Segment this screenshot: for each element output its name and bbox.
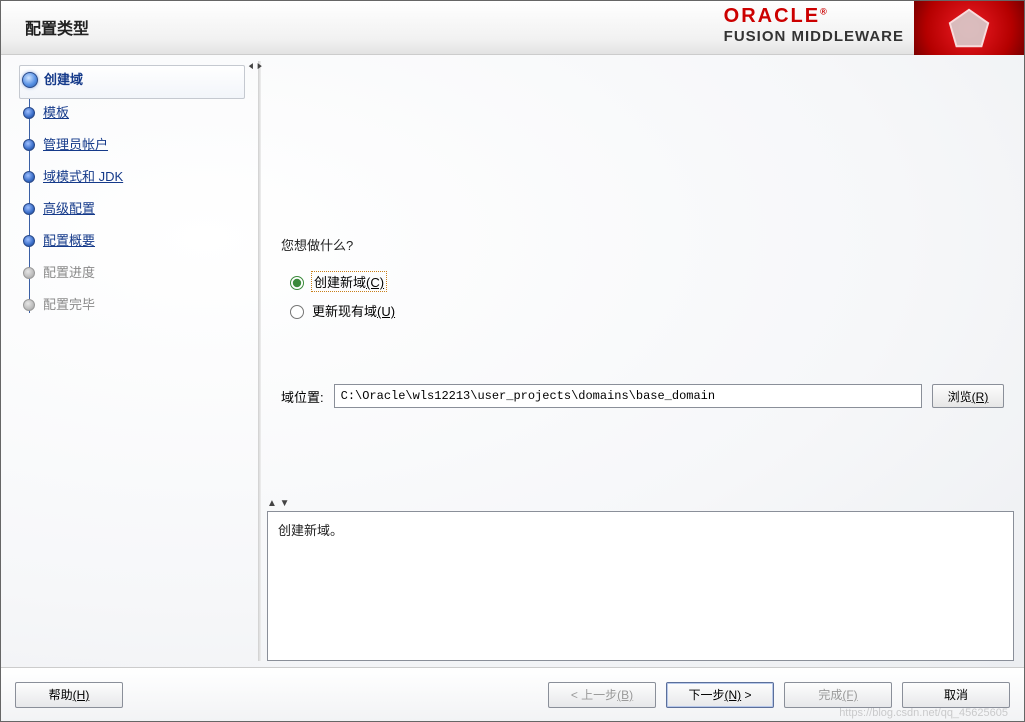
step-label[interactable]: 模板	[43, 105, 69, 120]
radio-update-existing-domain[interactable]	[290, 305, 304, 319]
step-dot-icon	[23, 139, 35, 151]
page-title: 配置类型	[25, 15, 89, 39]
step-label[interactable]: 域模式和 JDK	[43, 169, 123, 184]
oracle-logo-text: ORACLE®	[724, 5, 904, 28]
horizontal-resize-handle[interactable]: ▲ ▼	[261, 500, 1024, 506]
step-label: 创建域	[44, 72, 83, 87]
step-dot-icon	[23, 267, 35, 279]
description-text: 创建新域。	[278, 523, 343, 538]
radio-label[interactable]: 更新现有域(U)	[312, 301, 395, 320]
brand-block: ORACLE® FUSION MIDDLEWARE	[724, 5, 904, 45]
step-label[interactable]: 高级配置	[43, 201, 95, 216]
sidebar-step-config-summary[interactable]: 配置概要	[19, 227, 261, 259]
step-dot-icon	[23, 235, 35, 247]
option-update-existing-domain[interactable]: 更新现有域(U)	[285, 301, 1004, 320]
domain-location-label: 域位置:	[281, 387, 324, 406]
step-dot-icon	[23, 171, 35, 183]
step-dot-icon	[22, 72, 38, 88]
body: 创建域 模板 管理员帐户 域模式和 JDK 高级配置 配置概要	[1, 55, 1024, 667]
domain-location-input[interactable]	[334, 384, 922, 408]
step-dot-icon	[23, 107, 35, 119]
sidebar-step-config-done: 配置完毕	[19, 291, 261, 323]
step-label[interactable]: 管理员帐户	[43, 137, 108, 152]
back-button: < 上一步(B)	[548, 682, 656, 708]
finish-button: 完成(F)	[784, 682, 892, 708]
browse-button[interactable]: 浏览(R)	[932, 384, 1004, 408]
sidebar-step-create-domain[interactable]: 创建域	[19, 65, 245, 99]
sidebar: 创建域 模板 管理员帐户 域模式和 JDK 高级配置 配置概要	[1, 55, 261, 667]
step-label[interactable]: 配置概要	[43, 233, 95, 248]
step-label: 配置完毕	[43, 297, 95, 312]
step-dot-icon	[23, 203, 35, 215]
main-panel: 您想做什么? 创建新域(C) 更新现有域(U) 域位置: 浏览(R)	[261, 55, 1024, 667]
sidebar-step-advanced-config[interactable]: 高级配置	[19, 195, 261, 227]
form-area: 您想做什么? 创建新域(C) 更新现有域(U) 域位置: 浏览(R)	[261, 55, 1024, 499]
cancel-button[interactable]: 取消	[902, 682, 1010, 708]
oracle-badge-icon	[914, 1, 1024, 55]
sidebar-step-admin-account[interactable]: 管理员帐户	[19, 131, 261, 163]
radio-create-new-domain[interactable]	[290, 276, 304, 290]
next-button[interactable]: 下一步(N) >	[666, 682, 774, 708]
help-button[interactable]: 帮助(H)	[15, 682, 123, 708]
prompt-text: 您想做什么?	[281, 235, 1004, 254]
sidebar-step-template[interactable]: 模板	[19, 99, 261, 131]
step-dot-icon	[23, 299, 35, 311]
fusion-middleware-text: FUSION MIDDLEWARE	[724, 28, 904, 45]
description-box: 创建新域。	[267, 511, 1014, 661]
radio-label[interactable]: 创建新域(C)	[312, 272, 386, 291]
step-label: 配置进度	[43, 265, 95, 280]
sidebar-step-config-progress: 配置进度	[19, 259, 261, 291]
step-list: 创建域 模板 管理员帐户 域模式和 JDK 高级配置 配置概要	[19, 65, 261, 323]
domain-location-row: 域位置: 浏览(R)	[281, 384, 1004, 408]
header: 配置类型 ORACLE® FUSION MIDDLEWARE	[1, 1, 1024, 55]
option-create-new-domain[interactable]: 创建新域(C)	[285, 272, 1004, 291]
sidebar-step-domain-mode-jdk[interactable]: 域模式和 JDK	[19, 163, 261, 195]
footer: 帮助(H) < 上一步(B) 下一步(N) > 完成(F) 取消	[1, 667, 1024, 721]
